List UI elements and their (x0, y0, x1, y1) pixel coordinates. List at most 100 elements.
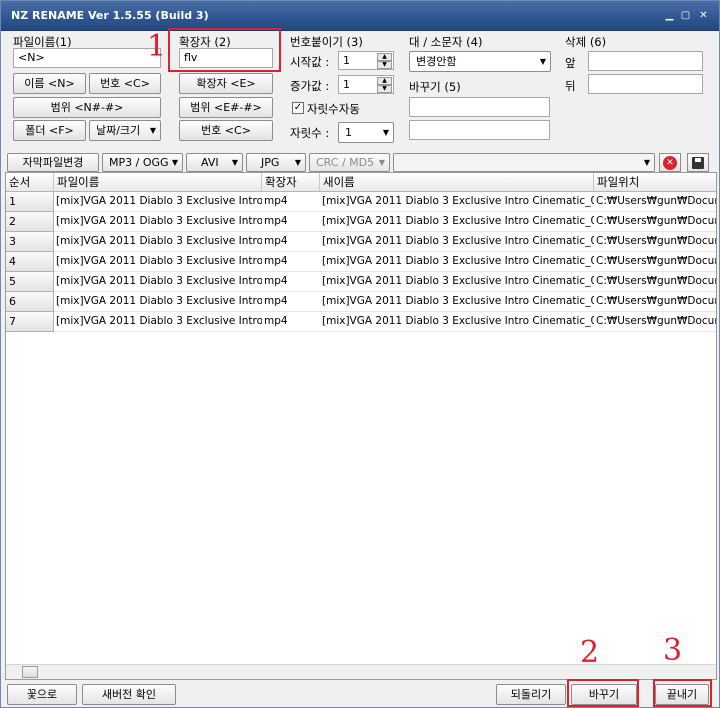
insert-number-button[interactable]: 번호 <C> (89, 73, 161, 94)
digits-value: 1 (345, 126, 352, 139)
row-number: 1 (6, 192, 54, 212)
step-value-spinner[interactable]: 1 ▲ ▼ (338, 75, 394, 94)
replace-to-input[interactable] (409, 120, 550, 140)
insert-name-button[interactable]: 이름 <N> (13, 73, 86, 94)
column-header-extension[interactable]: 확장자 (262, 173, 320, 192)
chevron-down-icon: ▼ (294, 158, 301, 167)
annotation-number-three: 3 (663, 633, 683, 668)
replace-from-input[interactable] (409, 97, 550, 117)
row-new-name: [mix]VGA 2011 Diablo 3 Exclusive Intro C… (320, 192, 594, 212)
row-new-name: [mix]VGA 2011 Diablo 3 Exclusive Intro C… (320, 312, 594, 332)
column-header-new-name[interactable]: 새이름 (320, 173, 594, 192)
row-filename: [mix]VGA 2011 Diablo 3 Exclusive Intro C… (54, 212, 262, 232)
crc-md5-dropdown[interactable]: CRC / MD5 ▼ (309, 153, 390, 172)
close-icon[interactable]: ✕ (697, 10, 710, 22)
row-new-name: [mix]VGA 2011 Diablo 3 Exclusive Intro C… (320, 232, 594, 252)
save-button[interactable] (687, 153, 709, 172)
row-extension: mp4 (262, 232, 320, 252)
chevron-down-icon: ▼ (171, 158, 178, 167)
insert-ext-range-button[interactable]: 범위 <E#-#> (179, 97, 273, 118)
digits-label: 자릿수 : (290, 126, 330, 140)
filename-pattern-input[interactable]: <N> (13, 48, 161, 68)
auto-digits-checkbox[interactable]: ✓ (292, 102, 304, 114)
column-header-filename[interactable]: 파일이름 (54, 173, 262, 192)
avi-dropdown[interactable]: AVI ▼ (186, 153, 243, 172)
column-header-location[interactable]: 파일위치 (594, 173, 716, 192)
case-dropdown[interactable]: 변경안함 ▼ (409, 51, 551, 72)
insert-extension-button[interactable]: 확장자 <E> (179, 73, 273, 94)
spin-up-icon[interactable]: ▲ (377, 53, 392, 61)
insert-folder-button[interactable]: 폴더 <F> (13, 120, 86, 141)
row-filename: [mix]VGA 2011 Diablo 3 Exclusive Intro C… (54, 232, 262, 252)
spin-down-icon[interactable]: ▼ (377, 85, 392, 93)
file-list-table[interactable]: 순서 파일이름 확장자 새이름 파일위치 1 [mix]VGA 2011 Diab… (5, 172, 717, 680)
row-location: C:₩Users₩gun₩Documents (594, 312, 716, 332)
case-value: 변경안함 (416, 55, 457, 68)
annotation-box-apply (567, 679, 639, 707)
row-location: C:₩Users₩gun₩Documents (594, 212, 716, 232)
crc-md5-label: CRC / MD5 (316, 156, 375, 169)
row-extension: mp4 (262, 192, 320, 212)
case-group-label: 대 / 소문자 (4) (409, 35, 483, 49)
start-value-label: 시작값 : (290, 55, 330, 69)
horizontal-scrollbar[interactable] (6, 664, 716, 679)
clear-button[interactable]: ✕ (659, 153, 681, 172)
row-extension: mp4 (262, 252, 320, 272)
delete-back-label: 뒤 (565, 79, 576, 93)
path-dropdown[interactable]: ▼ (393, 153, 655, 172)
insert-range-button[interactable]: 범위 <N#-#> (13, 97, 161, 118)
new-version-button[interactable]: 새버전 확인 (82, 684, 176, 705)
replace-group-label: 바꾸기 (5) (409, 80, 461, 94)
annotation-number-one: 1 (147, 29, 167, 64)
date-size-dropdown[interactable]: 날짜/크기 ▼ (89, 120, 161, 141)
row-location: C:₩Users₩gun₩Documents (594, 292, 716, 312)
chevron-down-icon: ▼ (382, 128, 389, 137)
annotation-number-two: 2 (580, 635, 600, 670)
row-new-name: [mix]VGA 2011 Diablo 3 Exclusive Intro C… (320, 292, 594, 312)
title-bar[interactable]: NZ RENAME Ver 1.5.55 (Build 3) ▁ ▢ ✕ (1, 1, 719, 31)
delete-back-input[interactable] (588, 74, 703, 94)
mp3-ogg-dropdown[interactable]: MP3 / OGG ▼ (102, 153, 183, 172)
row-location: C:₩Users₩gun₩Documents (594, 252, 716, 272)
favorites-button[interactable]: 꽃으로 (7, 684, 77, 705)
row-extension: mp4 (262, 212, 320, 232)
row-filename: [mix]VGA 2011 Diablo 3 Exclusive Intro C… (54, 312, 262, 332)
delete-front-input[interactable] (588, 51, 703, 71)
chevron-down-icon: ▼ (231, 158, 238, 167)
delete-group-label: 삭제 (6) (565, 35, 607, 49)
maximize-icon[interactable]: ▢ (679, 10, 692, 22)
auto-digits-label: 자릿수자동 (307, 102, 360, 116)
chevron-down-icon: ▼ (378, 158, 385, 167)
jpg-dropdown[interactable]: JPG ▼ (246, 153, 306, 172)
start-value-spinner[interactable]: 1 ▲ ▼ (338, 51, 394, 70)
row-number: 2 (6, 212, 54, 232)
step-value: 1 (343, 78, 350, 91)
insert-ext-number-button[interactable]: 번호 <C> (179, 120, 273, 141)
column-header-order[interactable]: 순서 (6, 173, 54, 192)
app-window: NZ RENAME Ver 1.5.55 (Build 3) ▁ ▢ ✕ 파일이… (0, 0, 720, 708)
row-filename: [mix]VGA 2011 Diablo 3 Exclusive Intro C… (54, 252, 262, 272)
annotation-box-extension (168, 28, 281, 72)
minimize-icon[interactable]: ▁ (663, 10, 676, 22)
row-extension: mp4 (262, 272, 320, 292)
row-number: 7 (6, 312, 54, 332)
subtitle-change-button[interactable]: 자막파일변경 (7, 153, 99, 172)
digits-dropdown[interactable]: 1 ▼ (338, 122, 394, 143)
row-filename: [mix]VGA 2011 Diablo 3 Exclusive Intro C… (54, 292, 262, 312)
delete-front-label: 앞 (565, 56, 576, 70)
spin-down-icon[interactable]: ▼ (377, 61, 392, 69)
scrollbar-thumb[interactable] (22, 666, 38, 678)
row-location: C:₩Users₩gun₩Documents (594, 272, 716, 292)
row-number: 4 (6, 252, 54, 272)
row-new-name: [mix]VGA 2011 Diablo 3 Exclusive Intro C… (320, 272, 594, 292)
row-number: 5 (6, 272, 54, 292)
row-location: C:₩Users₩gun₩Documents (594, 232, 716, 252)
numbering-group-label: 번호붙이기 (3) (290, 35, 363, 49)
chevron-down-icon: ▼ (539, 57, 546, 66)
undo-button[interactable]: 되돌리기 (496, 684, 566, 705)
date-size-label: 날짜/크기 (96, 124, 141, 137)
spin-up-icon[interactable]: ▲ (377, 77, 392, 85)
row-new-name: [mix]VGA 2011 Diablo 3 Exclusive Intro C… (320, 212, 594, 232)
row-new-name: [mix]VGA 2011 Diablo 3 Exclusive Intro C… (320, 252, 594, 272)
step-value-label: 증가값 : (290, 79, 330, 93)
